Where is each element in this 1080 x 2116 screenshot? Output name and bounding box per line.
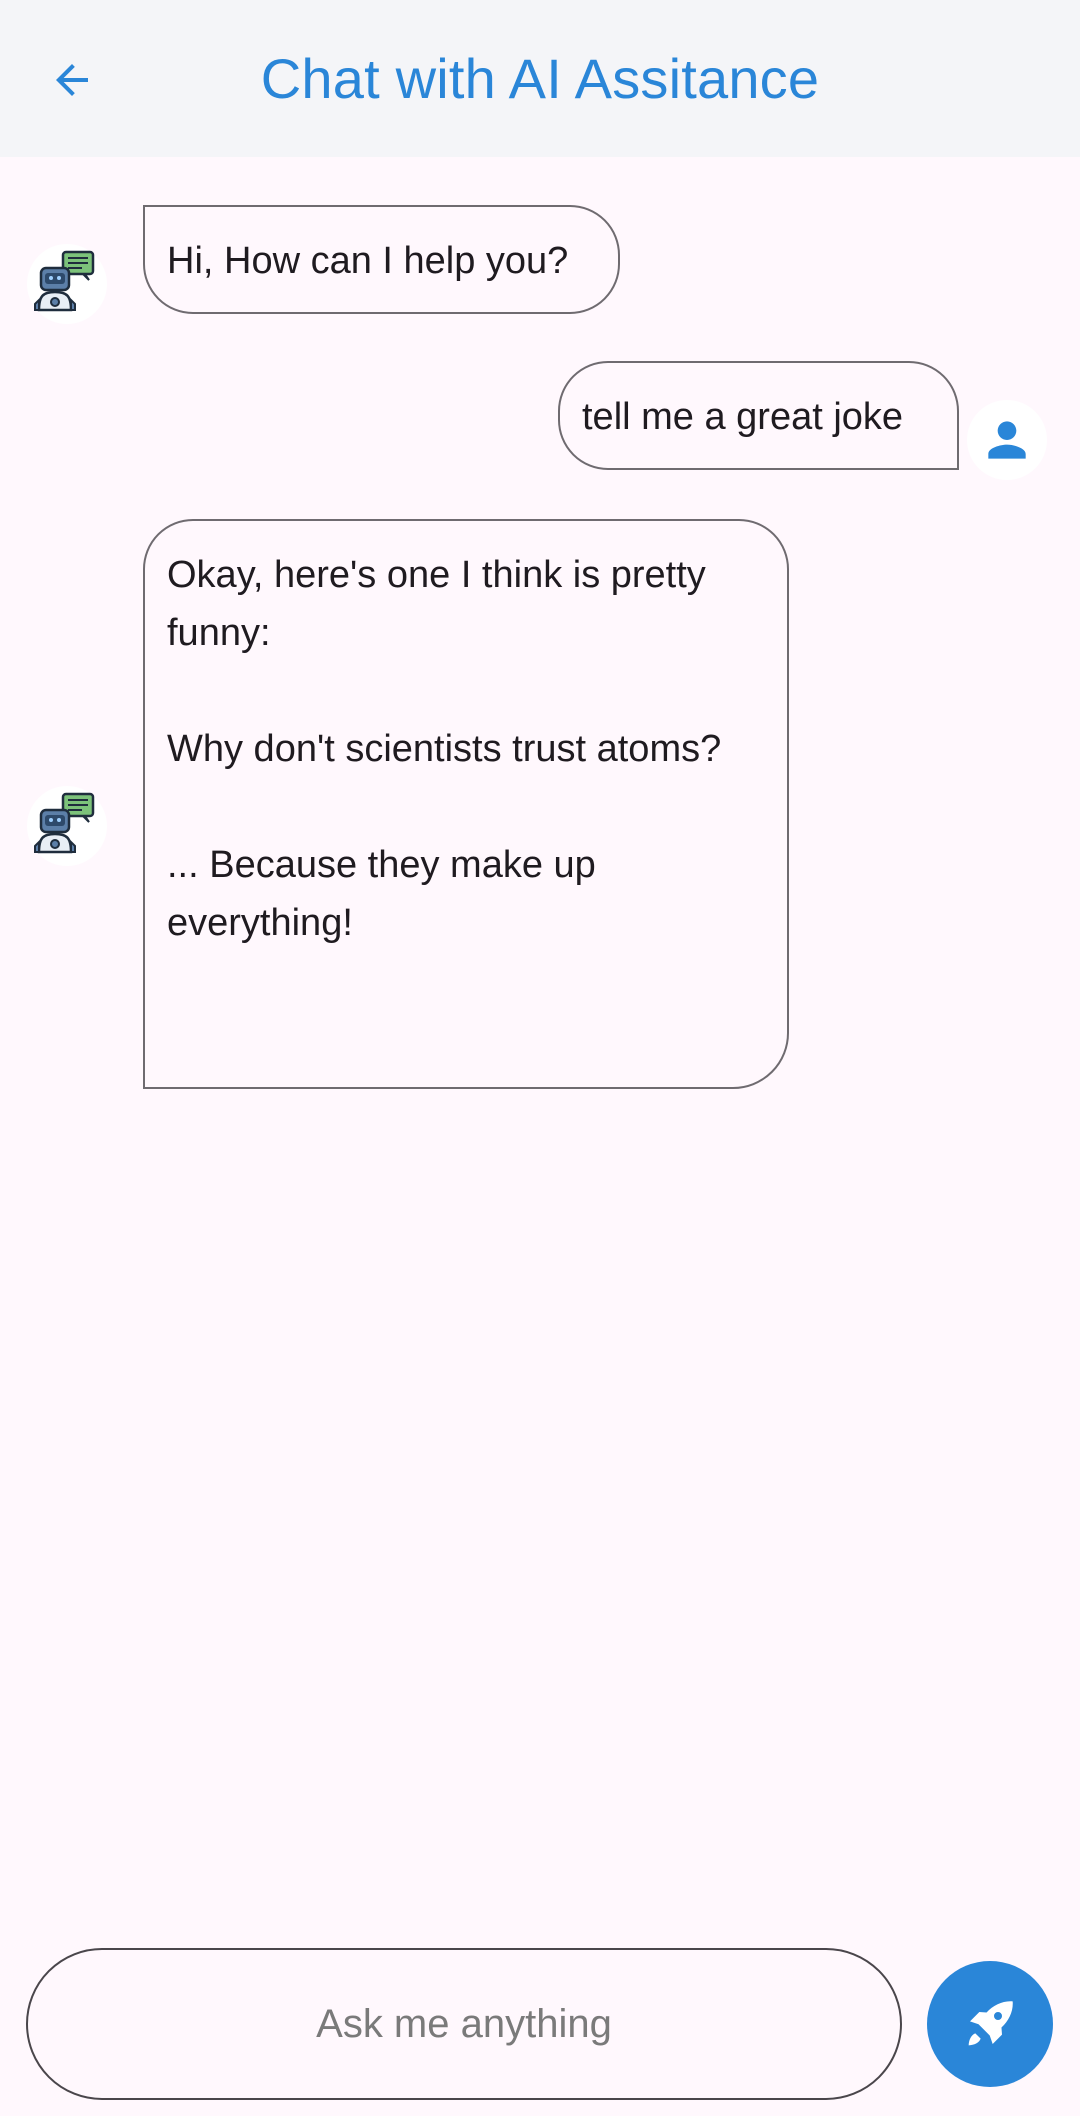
bot-avatar <box>27 244 107 324</box>
user-avatar <box>967 400 1047 480</box>
user-message-bubble: tell me a great joke <box>558 361 959 470</box>
send-button[interactable] <box>927 1961 1053 2087</box>
bot-message-bubble: Okay, here's one I think is pretty funny… <box>143 519 789 1089</box>
rocket-icon <box>968 2001 1013 2046</box>
robot-chat-icon <box>34 250 95 312</box>
message-input[interactable]: Ask me anything <box>26 1948 902 2100</box>
page-title: Chat with AI Assitance <box>260 47 820 110</box>
robot-chat-icon <box>34 792 95 854</box>
app-bar: Chat with AI Assitance <box>0 0 1080 157</box>
bot-message-bubble: Hi, How can I help you? <box>143 205 620 314</box>
bot-avatar <box>27 786 107 866</box>
message-input-placeholder: Ask me anything <box>316 2001 612 2046</box>
person-icon <box>988 421 1026 459</box>
